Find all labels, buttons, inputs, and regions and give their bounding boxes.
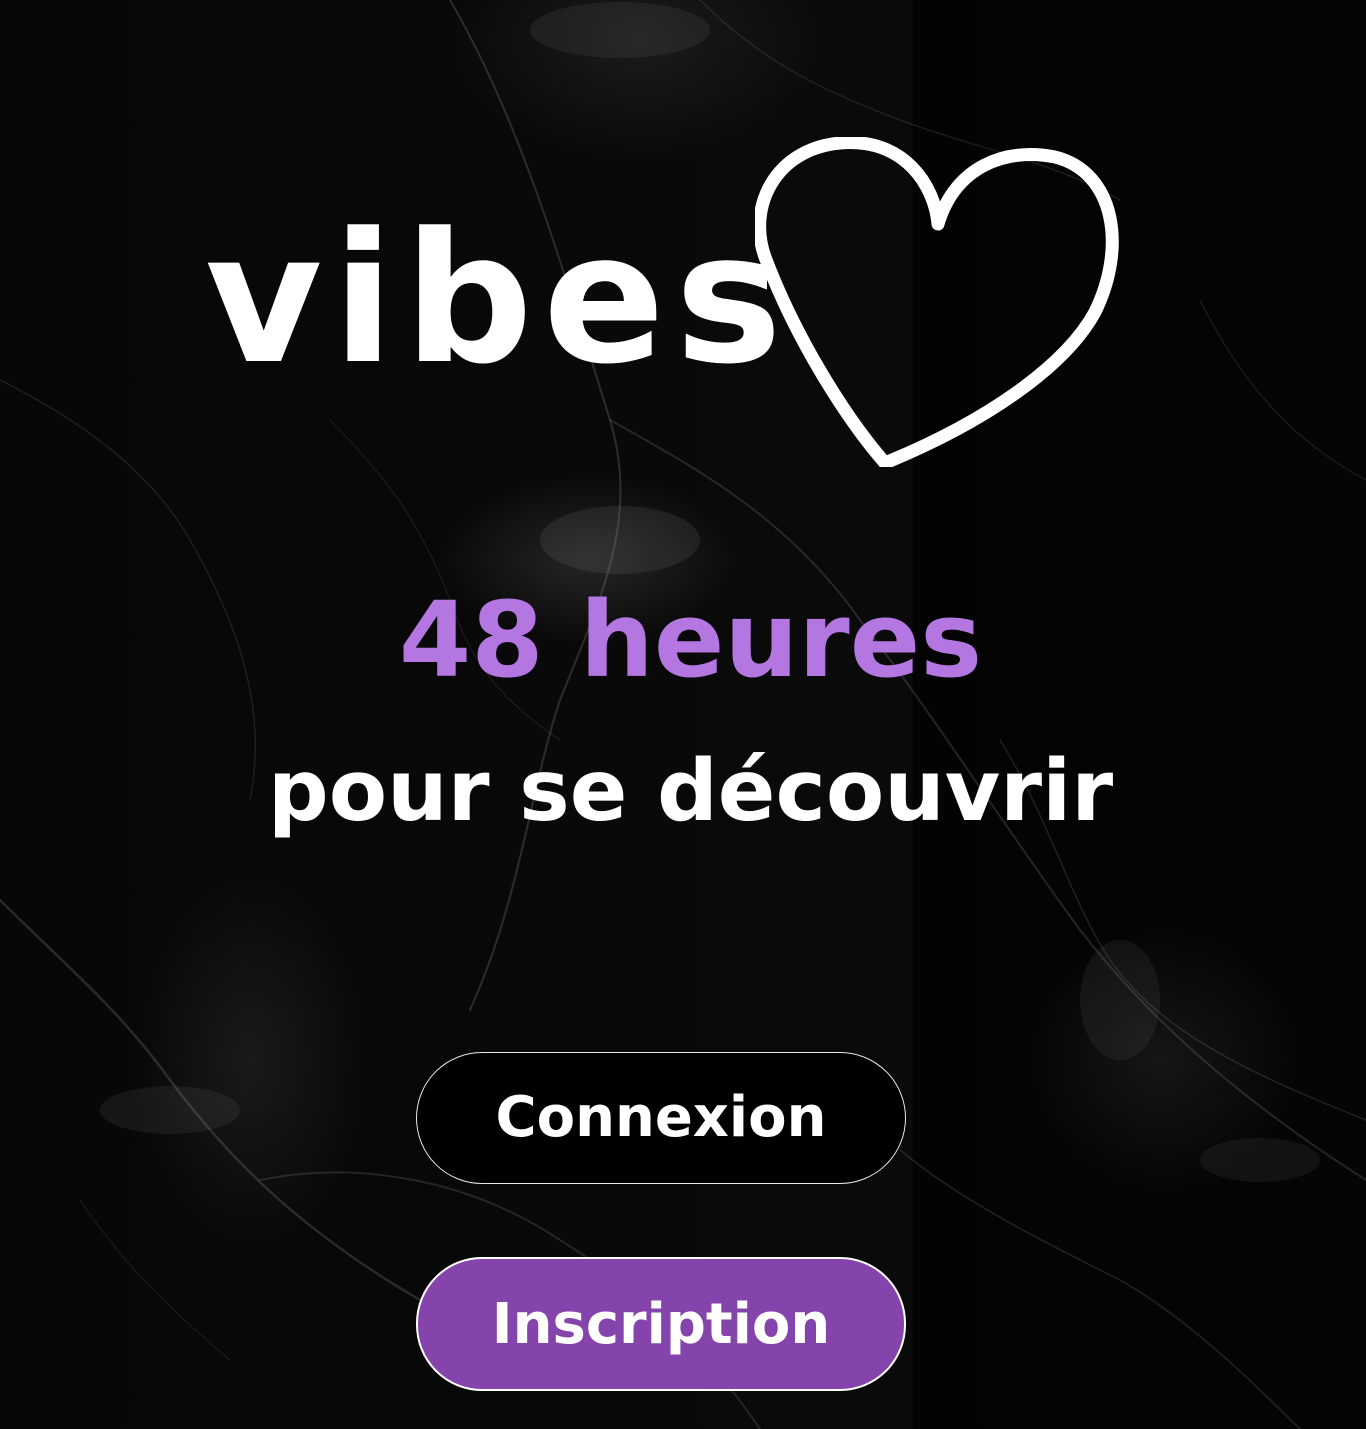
hero-highlight: 48 heures [398,579,983,701]
logo-wordmark: vibes [205,195,793,404]
heart-outline-icon [755,137,1119,467]
login-button[interactable]: Connexion [416,1052,906,1184]
signup-button[interactable]: Inscription [416,1257,906,1391]
app-logo: vibes [205,137,1130,475]
hero-subtitle: pour se découvrir [267,742,1114,841]
landing-screen: vibes 48 heures pour se découvrir Connex… [0,0,1366,1429]
